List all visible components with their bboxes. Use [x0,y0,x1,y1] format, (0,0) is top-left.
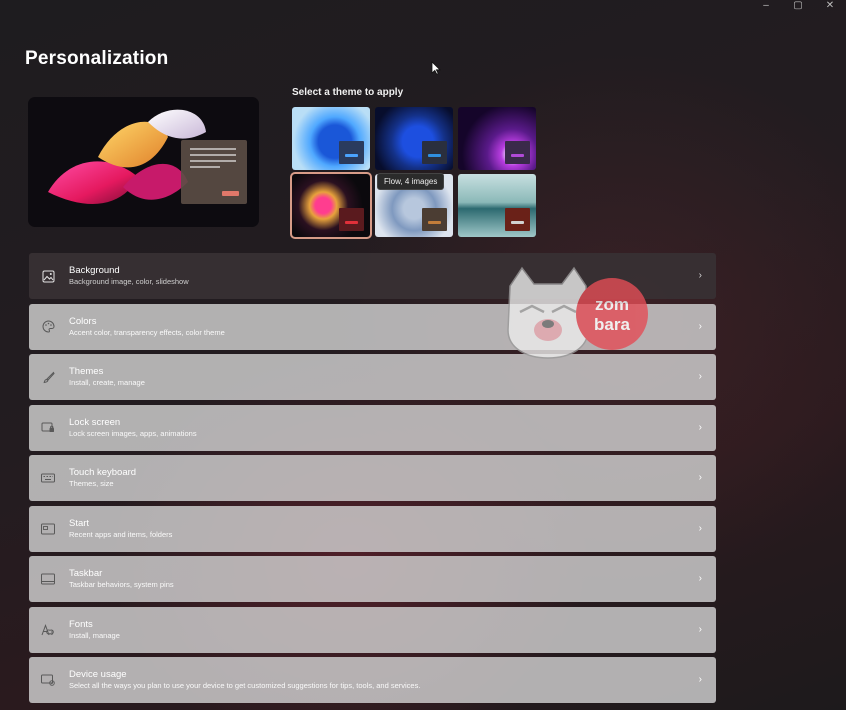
theme-flow[interactable] [290,172,372,239]
settings-list: Background Background image, color, slid… [29,253,716,708]
row-title: Touch keyboard [69,467,137,478]
row-subtitle: Themes, size [69,479,114,488]
brush-icon [41,370,55,384]
theme-windows-light[interactable] [292,107,370,170]
settings-row-taskbar[interactable]: Taskbar Taskbar behaviors, system pins › [29,556,716,602]
start-icon [41,522,55,536]
palette-icon [41,320,55,334]
chevron-right-icon: › [698,270,702,281]
settings-row-fonts[interactable]: Fonts Install, manage › [29,606,716,653]
row-subtitle: Select all the ways you plan to use your… [69,681,421,690]
settings-row-device-usage[interactable]: Device usage Select all the ways you pla… [29,657,716,703]
device-usage-icon [41,673,55,687]
mouse-cursor-icon [431,61,441,75]
row-title: Lock screen [69,416,121,428]
chevron-right-icon: › [698,371,702,382]
settings-row-touch-keyboard[interactable]: Touch keyboard Themes, size › [29,455,716,501]
theme-windows-dark[interactable] [375,107,453,170]
row-title: Fonts [69,618,93,630]
themes-label: Select a theme to apply [292,87,404,98]
settings-row-background[interactable]: Background Background image, color, slid… [29,253,716,299]
row-title: Taskbar [69,568,103,579]
lock-screen-icon [41,421,55,435]
chevron-right-icon: › [698,320,702,332]
row-title: Colors [69,315,97,327]
row-subtitle: Accent color, transparency effects, colo… [69,327,225,337]
row-title: Start [69,517,90,529]
image-icon [41,269,55,283]
chevron-right-icon: › [698,472,702,483]
theme-tooltip: Flow, 4 images [377,173,445,190]
maximize-button[interactable]: ▢ [782,0,814,12]
fonts-icon [41,623,55,637]
theme-glow[interactable] [458,107,536,170]
close-button[interactable]: ✕ [814,0,846,12]
chevron-right-icon: › [698,421,702,433]
chevron-right-icon: › [698,573,702,584]
row-subtitle: Taskbar behaviors, system pins [69,580,174,589]
settings-row-colors[interactable]: Colors Accent color, transparency effect… [29,303,716,350]
settings-row-start[interactable]: Start Recent apps and items, folders › [29,505,716,552]
row-subtitle: Lock screen images, apps, animations [69,428,197,438]
chevron-right-icon: › [698,522,702,534]
window-controls: – ▢ ✕ [750,0,846,12]
theme-captured-motion[interactable] [458,174,536,237]
keyboard-icon [41,471,55,485]
row-subtitle: Install, create, manage [69,378,145,387]
chevron-right-icon: › [698,674,702,685]
row-subtitle: Background image, color, slideshow [69,277,189,286]
row-subtitle: Recent apps and items, folders [69,529,173,539]
theme-preview [28,97,259,227]
settings-row-themes[interactable]: Themes Install, create, manage › [29,354,716,400]
minimize-button[interactable]: – [750,0,782,12]
row-subtitle: Install, manage [69,630,120,640]
row-title: Themes [69,366,104,377]
preview-window [181,140,247,204]
page-title: Personalization [25,48,169,69]
row-title: Device usage [69,669,127,680]
settings-row-lock-screen[interactable]: Lock screen Lock screen images, apps, an… [29,404,716,451]
theme-grid [290,107,536,239]
row-title: Background [69,265,120,276]
taskbar-icon [41,572,55,586]
chevron-right-icon: › [698,623,702,635]
